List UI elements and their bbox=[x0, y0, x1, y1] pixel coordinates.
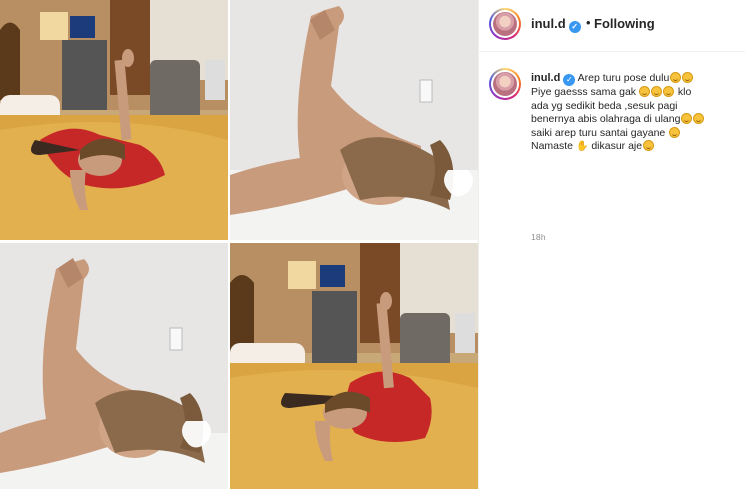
avatar[interactable] bbox=[489, 8, 521, 40]
header-username[interactable]: inul.d bbox=[531, 16, 566, 31]
smiling-emoji-icon bbox=[642, 140, 654, 151]
photo-tile-top-left[interactable] bbox=[0, 0, 228, 240]
caption-username[interactable]: inul.d bbox=[531, 72, 560, 84]
laughing-emoji-icon bbox=[669, 72, 681, 83]
photo-bedroom-wide-2 bbox=[230, 243, 478, 489]
laughing-emoji-icon bbox=[668, 126, 680, 138]
caption-avatar[interactable] bbox=[489, 68, 521, 100]
caption-text-6: saiki arep turu santai gayane bbox=[531, 126, 666, 139]
grinning-emoji-icon bbox=[651, 86, 663, 97]
post-timestamp[interactable]: 18h bbox=[531, 232, 546, 242]
caption-text-8: dikasur aje bbox=[591, 140, 643, 152]
verified-badge-icon: ✓ bbox=[563, 74, 576, 86]
photo-tile-bottom-right[interactable] bbox=[230, 243, 478, 489]
laughing-emoji-icon bbox=[681, 72, 693, 83]
caption-line-3: ada yg sedikit beda ,sesuk pagi bbox=[531, 100, 736, 114]
caption-text-4: ada yg sedikit beda ,sesuk pagi bbox=[531, 99, 678, 112]
photo-closeup-stretch-1 bbox=[230, 0, 478, 240]
caption-text-1: Arep turu pose dulu bbox=[577, 72, 670, 84]
caption-line-5: saiki arep turu santai gayane bbox=[531, 126, 736, 141]
post-side-panel: inul.d ✓ • Following inul.d ✓ Arep turu po… bbox=[478, 0, 745, 489]
photo-closeup-stretch-2 bbox=[0, 243, 228, 489]
grinning-emoji-icon bbox=[639, 86, 651, 97]
caption-line-6: Namaste ✋ dikasur aje bbox=[531, 140, 736, 154]
caption-line-4: benernya abis olahraga di ulang bbox=[531, 113, 736, 127]
caption-line-1: inul.d ✓ Arep turu pose dulu bbox=[531, 72, 736, 86]
caption-text: inul.d ✓ Arep turu pose dulu Piye gaesss … bbox=[531, 72, 736, 154]
verified-badge-icon: ✓ bbox=[568, 21, 581, 33]
caption-text-7: Namaste bbox=[531, 140, 574, 152]
laughing-emoji-icon bbox=[692, 113, 704, 124]
separator-dot: • bbox=[586, 15, 591, 30]
caption-avatar-image bbox=[493, 72, 517, 96]
header-username-link[interactable]: inul.d ✓ bbox=[531, 16, 581, 33]
caption-text-5: benernya abis olahraga di ulang bbox=[531, 113, 681, 125]
post-media-collage[interactable] bbox=[0, 0, 478, 489]
avatar-image bbox=[493, 12, 517, 36]
caption-avatar-ring-inner bbox=[491, 70, 519, 98]
avatar-ring-inner bbox=[491, 10, 519, 38]
photo-bedroom-wide-1 bbox=[0, 0, 228, 240]
caption-text-3: klo bbox=[677, 86, 692, 98]
instagram-post: inul.d ✓ • Following inul.d ✓ Arep turu po… bbox=[0, 0, 745, 489]
caption-text-2: Piye gaesss sama gak bbox=[531, 86, 637, 98]
photo-tile-bottom-left[interactable] bbox=[0, 243, 228, 489]
following-button[interactable]: Following bbox=[594, 16, 655, 31]
praying-hands-emoji-icon: ✋ bbox=[575, 141, 589, 152]
caption-line-2: Piye gaesss sama gak klo bbox=[531, 86, 736, 100]
laughing-emoji-icon bbox=[680, 113, 692, 124]
photo-tile-top-right[interactable] bbox=[230, 0, 478, 240]
laughing-emoji-icon bbox=[663, 86, 675, 97]
post-header: inul.d ✓ • Following bbox=[479, 0, 745, 52]
